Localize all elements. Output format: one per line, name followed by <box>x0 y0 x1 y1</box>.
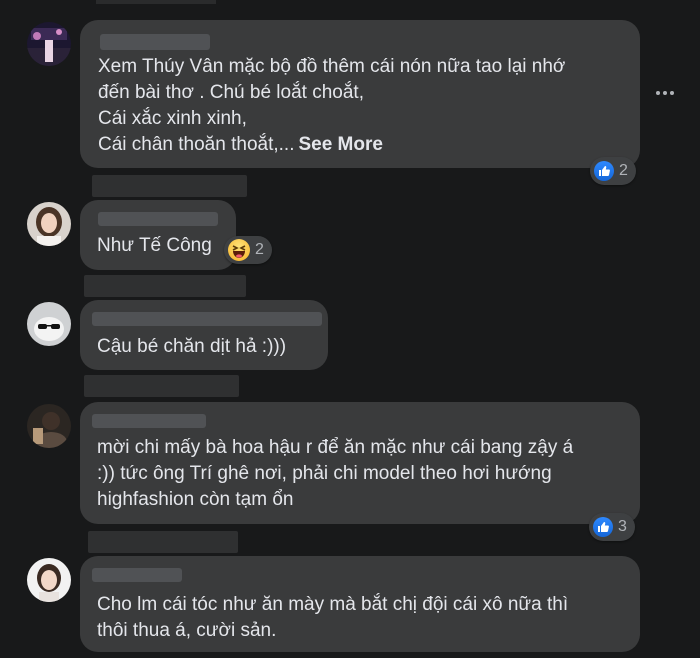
comment-text: Cậu bé chăn dịt hả :))) <box>97 336 287 357</box>
comment-text: mời chi mấy bà hoa hậu r để ăn mặc như c… <box>97 437 574 510</box>
like-icon <box>593 517 613 537</box>
reaction-count: 2 <box>619 162 628 179</box>
commenter-avatar[interactable] <box>27 302 71 346</box>
comment-text: Cho lm cái tóc như ăn mày mà bắt chị đội… <box>97 594 569 641</box>
commenter-avatar[interactable] <box>27 558 71 602</box>
comment-text: Như Tế Công <box>97 235 212 256</box>
comment-actions[interactable] <box>84 375 239 397</box>
comment-bubble: mời chi mấy bà hoa hậu r để ăn mặc như c… <box>80 402 640 524</box>
comment-actions[interactable] <box>92 175 247 197</box>
like-icon <box>594 161 614 181</box>
commenter-avatar[interactable] <box>27 202 71 246</box>
comment-text: Xem Thúy Vân mặc bộ đồ thêm cái nón nữa … <box>98 56 566 155</box>
comment-actions[interactable] <box>84 275 246 297</box>
reaction-badge[interactable]: 3 <box>589 513 635 541</box>
reaction-badge[interactable]: 2 <box>590 157 636 185</box>
comment-bubble: Xem Thúy Vân mặc bộ đồ thêm cái nón nữa … <box>80 20 640 168</box>
see-more-link[interactable]: See More <box>298 134 382 155</box>
commenter-name[interactable] <box>100 34 210 50</box>
commenter-avatar[interactable] <box>27 404 71 448</box>
commenter-name[interactable] <box>92 312 322 326</box>
reaction-badge[interactable]: 2 <box>224 236 272 264</box>
commenter-name[interactable] <box>92 568 182 582</box>
commenter-name[interactable] <box>92 414 206 428</box>
reaction-count: 2 <box>255 241 264 258</box>
previous-actions-blur <box>96 0 216 4</box>
commenter-name[interactable] <box>98 212 218 226</box>
comment-actions[interactable] <box>88 531 238 553</box>
reaction-count: 3 <box>618 518 627 535</box>
haha-icon <box>228 239 250 261</box>
comment-bubble: Cho lm cái tóc như ăn mày mà bắt chị đội… <box>80 556 640 652</box>
comment-bubble: Như Tế Công <box>80 200 236 270</box>
more-options-icon[interactable] <box>656 85 678 101</box>
commenter-avatar[interactable] <box>27 22 71 66</box>
comment-bubble: Cậu bé chăn dịt hả :))) <box>80 300 328 370</box>
